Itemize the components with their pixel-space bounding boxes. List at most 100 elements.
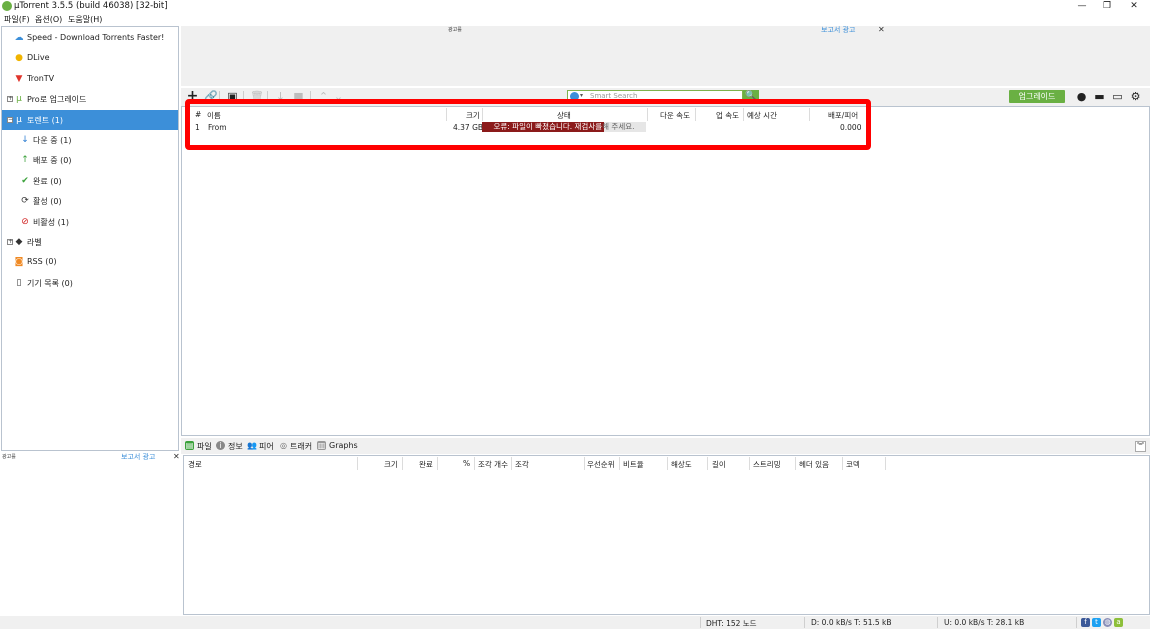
files-col-priority[interactable]: 우선순위 — [587, 459, 615, 470]
rss-icon: ◙ — [14, 257, 24, 268]
sidebar-item[interactable]: ✔ 완료 (0) — [2, 171, 178, 191]
files-col-codec[interactable]: 코덱 — [846, 459, 860, 470]
sidebar-item[interactable]: ◙ RSS (0) — [2, 252, 178, 272]
torrents-icon: µ — [16, 114, 22, 125]
download-arrow-icon: ↓ — [21, 135, 29, 145]
expander-icon[interactable]: + — [7, 239, 13, 245]
sidebar-item-label: 활성 (0) — [33, 197, 62, 207]
sidebar-item[interactable]: ⊘ 비활성 (1) — [2, 212, 178, 232]
sidebar-item-label: 완료 (0) — [33, 176, 62, 186]
ad-label: 광고를 — [448, 27, 462, 33]
checkmark-icon: ✔ — [21, 175, 29, 186]
status-divider — [804, 617, 805, 628]
files-col-resolution[interactable]: 해상도 — [671, 459, 692, 470]
sidebar-item-label: 기기 목록 (0) — [27, 278, 73, 288]
files-col-length[interactable]: 길이 — [712, 459, 726, 470]
column-divider — [707, 457, 708, 470]
sidebar-item-label: RSS (0) — [27, 257, 57, 267]
expander-icon[interactable]: − — [7, 116, 13, 123]
column-divider — [749, 457, 750, 470]
column-divider — [842, 457, 843, 470]
upload-speed-status[interactable]: U: 0.0 kB/s T: 28.1 kB — [944, 618, 1024, 627]
files-col-has-header[interactable]: 헤더 있음 — [799, 459, 829, 470]
report-ad-link[interactable]: 보고서 광고 — [121, 452, 155, 462]
column-divider — [437, 457, 438, 470]
remote-device-icon[interactable]: ▭ — [1111, 90, 1124, 103]
files-col-pieces-count[interactable]: 조각 개수 — [478, 459, 508, 470]
files-col-size[interactable]: 크기 — [384, 459, 398, 470]
sidebar-item-label: Speed - Download Torrents Faster! — [27, 33, 165, 42]
download-speed-status[interactable]: D: 0.0 kB/s T: 51.5 kB — [811, 618, 892, 627]
sidebar-item-label: 라벨 — [27, 238, 42, 247]
files-col-pieces[interactable]: 조각 — [515, 459, 529, 470]
sidebar-item[interactable]: ⟳ 활성 (0) — [2, 191, 178, 211]
sidebar-item[interactable]: + µ Pro로 업그레이드 — [2, 89, 178, 109]
label-tag-icon: ◆ — [15, 237, 23, 247]
column-divider — [795, 457, 796, 470]
menu-help[interactable]: 도움말(H) — [68, 14, 102, 25]
settings-gear-icon[interactable]: ⚙ — [1129, 90, 1142, 103]
sidebar-item-label: Pro로 업그레이드 — [27, 95, 87, 105]
tab-graphs[interactable]: Graphs — [329, 441, 358, 450]
device-icon: ▯ — [16, 277, 22, 288]
sidebar-item-label: 비활성 (1) — [33, 217, 69, 227]
minimize-button[interactable]: — — [1071, 0, 1093, 13]
title-bar: µTorrent 3.5.5 (build 46038) [32-bit] — … — [0, 0, 1150, 13]
folder-icon: ▤ — [185, 441, 194, 450]
graphs-icon: ▥ — [317, 441, 326, 450]
tab-peers[interactable]: 피어 — [259, 441, 274, 452]
report-ad-link[interactable]: 보고서 광고 — [821, 25, 855, 35]
android-icon[interactable]: a — [1114, 618, 1123, 627]
peers-icon: 👥 — [247, 441, 257, 450]
utorrent-pro-icon: µ — [16, 94, 22, 105]
column-divider — [357, 457, 358, 470]
sidebar-item[interactable]: ● DLive — [2, 48, 178, 68]
sidebar-item[interactable]: ↓ 다운 중 (1) — [2, 130, 178, 150]
sidebar-item[interactable]: + ◆ 라벨 — [2, 232, 178, 252]
status-divider — [937, 617, 938, 628]
expander-icon[interactable]: + — [7, 96, 13, 103]
collapse-panel-icon[interactable]: ︾ — [1135, 441, 1146, 452]
menu-options[interactable]: 옵션(O) — [35, 14, 62, 25]
files-col-percent[interactable]: % — [463, 459, 470, 468]
tab-trackers[interactable]: 트래커 — [290, 441, 312, 452]
sidebar: ☁ Speed - Download Torrents Faster! ● DLive… — [1, 26, 179, 451]
facebook-icon[interactable]: f — [1081, 618, 1090, 627]
sidebar-item-label: TronTV — [27, 73, 55, 83]
tab-files[interactable]: 파일 — [197, 441, 212, 452]
cloud-icon: ☁ — [14, 33, 24, 43]
close-ad-icon[interactable]: ✕ — [878, 25, 885, 34]
globe-icon[interactable]: ◍ — [1103, 618, 1112, 627]
menu-file[interactable]: 파일(F) — [4, 14, 30, 25]
maximize-button[interactable]: ❐ — [1096, 0, 1118, 13]
files-col-path[interactable]: 경로 — [188, 459, 202, 470]
inactive-icon: ⊘ — [21, 216, 29, 227]
files-col-streaming[interactable]: 스트리밍 — [753, 459, 781, 470]
close-window-button[interactable]: ✕ — [1123, 0, 1145, 13]
torrent-list: # 이름 크기 상태 다운 속도 업 속도 예상 시간 배포/피어 1 From… — [181, 106, 1150, 436]
sidebar-item[interactable]: − µ 토렌트 (1) — [2, 109, 178, 130]
sidebar-item-label: 토렌트 (1) — [27, 115, 63, 125]
search-provider-dropdown-icon[interactable]: ▾ — [580, 92, 583, 99]
files-col-done[interactable]: 완료 — [419, 459, 433, 470]
trontv-icon: ▼ — [15, 73, 23, 84]
sidebar-item[interactable]: ↑ 배포 중 (0) — [2, 150, 178, 170]
column-divider — [402, 457, 403, 470]
tab-info[interactable]: 정보 — [228, 441, 243, 452]
status-divider — [700, 617, 701, 628]
upgrade-button[interactable]: 업그레이드 — [1009, 90, 1065, 103]
sidebar-item[interactable]: ▯ 기기 목록 (0) — [2, 273, 178, 293]
column-divider — [474, 457, 475, 470]
column-divider — [584, 457, 585, 470]
chat-icon[interactable]: ▬ — [1093, 90, 1106, 103]
sidebar-ad-panel: 광고를 보고서 광고 ✕ — [1, 452, 180, 629]
status-bar: DHT: 152 노드 D: 0.0 kB/s T: 51.5 kB U: 0.… — [0, 616, 1150, 629]
close-ad-icon[interactable]: ✕ — [173, 452, 180, 461]
sidebar-item[interactable]: ☁ Speed - Download Torrents Faster! — [2, 28, 178, 48]
twitter-icon[interactable]: t — [1092, 618, 1101, 627]
utorrent-logo-icon — [2, 1, 12, 11]
lightbulb-icon[interactable]: ● — [1075, 90, 1088, 103]
dht-status[interactable]: DHT: 152 노드 — [706, 618, 757, 629]
sidebar-item[interactable]: ▼ TronTV — [2, 69, 178, 89]
files-col-bitrate[interactable]: 비트율 — [623, 459, 644, 470]
